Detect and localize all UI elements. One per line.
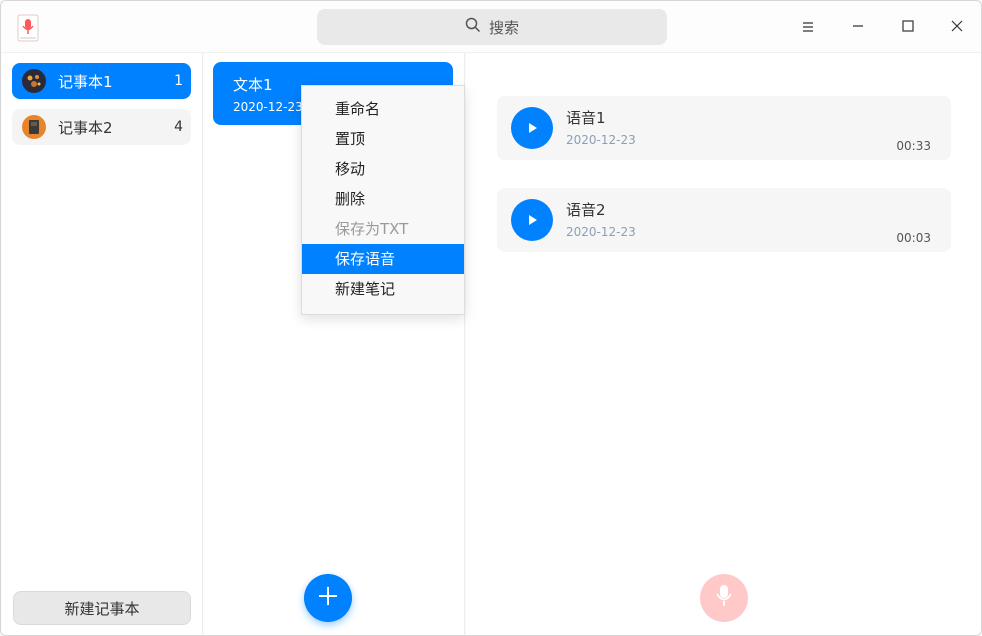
close-button[interactable] — [943, 13, 971, 41]
voice-item[interactable]: 语音2 2020-12-23 00:03 — [497, 188, 951, 252]
notebook-name: 记事本1 — [58, 72, 113, 91]
play-button[interactable] — [511, 107, 553, 149]
menu-item-new-note[interactable]: 新建笔记 — [302, 274, 464, 304]
voice-duration: 00:33 — [896, 139, 931, 153]
menu-button[interactable] — [794, 13, 822, 41]
record-button[interactable] — [700, 574, 748, 622]
voice-date: 2020-12-23 — [566, 133, 636, 147]
app-logo-icon — [17, 14, 39, 42]
notebook-panel: 记事本1 1 记事本2 4 新建记事本 — [2, 53, 203, 635]
search-icon — [465, 17, 481, 37]
menu-item-rename[interactable]: 重命名 — [302, 94, 464, 124]
menu-item-save-voice[interactable]: 保存语音 — [302, 244, 464, 274]
voice-date: 2020-12-23 — [566, 225, 636, 239]
microphone-icon — [715, 584, 733, 612]
plus-icon — [317, 585, 339, 611]
notebook-avatar — [22, 69, 46, 93]
notebook-count: 4 — [174, 119, 183, 135]
context-menu: 重命名 置顶 移动 删除 保存为TXT 保存语音 新建笔记 — [301, 85, 465, 315]
menu-item-pin[interactable]: 置顶 — [302, 124, 464, 154]
search-input[interactable]: 搜索 — [317, 9, 667, 45]
maximize-button[interactable] — [894, 13, 922, 41]
notebook-name: 记事本2 — [58, 118, 113, 137]
voice-item[interactable]: 语音1 2020-12-23 00:33 — [497, 96, 951, 160]
play-button[interactable] — [511, 199, 553, 241]
notebook-item[interactable]: 记事本1 1 — [12, 63, 191, 99]
note-detail-panel: 语音1 2020-12-23 00:33 语音2 2020-12-23 00:0… — [466, 53, 981, 635]
voice-title: 语音1 — [566, 109, 606, 127]
maximize-icon — [901, 18, 915, 37]
notebook-item[interactable]: 记事本2 4 — [12, 109, 191, 145]
hamburger-icon — [801, 18, 815, 37]
add-note-button[interactable] — [304, 574, 352, 622]
voice-duration: 00:03 — [896, 231, 931, 245]
app-window: 搜索 记事本1 1 记事本2 4 新建记事本 文本1 2020-12-23 语音… — [0, 0, 982, 636]
play-icon — [526, 211, 538, 230]
title-bar: 搜索 — [1, 1, 981, 53]
minimize-icon — [851, 18, 865, 37]
menu-item-move[interactable]: 移动 — [302, 154, 464, 184]
menu-item-delete[interactable]: 删除 — [302, 184, 464, 214]
search-placeholder: 搜索 — [488, 18, 519, 37]
notebook-count: 1 — [174, 73, 183, 89]
new-notebook-button[interactable]: 新建记事本 — [13, 591, 191, 625]
play-icon — [526, 119, 538, 138]
minimize-button[interactable] — [844, 13, 872, 41]
voice-title: 语音2 — [566, 201, 606, 219]
menu-item-save-txt: 保存为TXT — [335, 220, 409, 238]
notebook-avatar — [22, 115, 46, 139]
close-icon — [950, 18, 964, 37]
